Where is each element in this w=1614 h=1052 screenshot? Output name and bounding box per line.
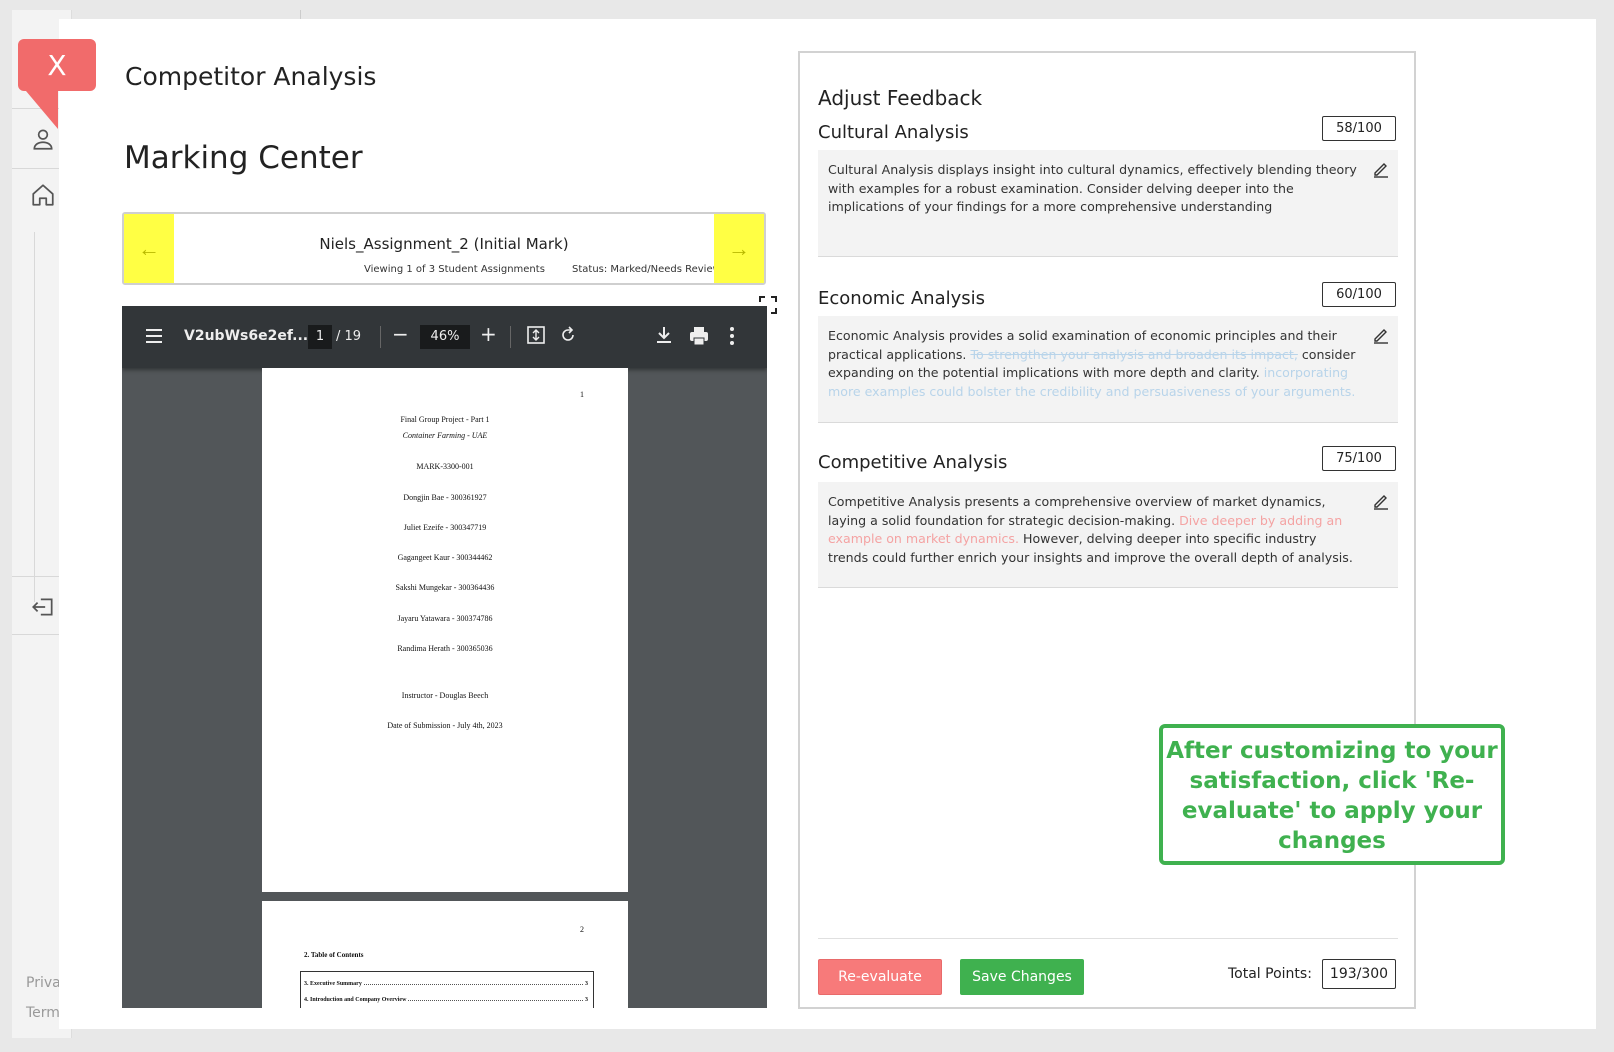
pdf-text-line: Instructor - Douglas Beech [401, 691, 489, 700]
pdf-text-line: Dongjin Bae - 300361927 [403, 493, 487, 502]
feedback-removed-text: To strengthen your analysis and broaden … [970, 346, 1298, 362]
score-cultural[interactable]: 58/100 [1322, 116, 1396, 141]
edit-icon[interactable] [1372, 492, 1390, 510]
assignment-status: Status: Marked/Needs Review [572, 264, 721, 275]
page-title: Marking Center [124, 140, 363, 176]
zoom-out-button[interactable]: − [392, 322, 409, 346]
pdf-page-number: 2 [580, 925, 584, 934]
footer-terms-link[interactable]: Term [26, 1005, 60, 1021]
panel-divider [818, 938, 1398, 939]
pdf-toolbar: V2ubWs6e2ef... 1 / 19 − 46% + [122, 306, 767, 368]
tutorial-tooltip: After customizing to your satisfaction, … [1159, 724, 1505, 865]
total-points-label: Total Points: [1228, 966, 1312, 982]
pdf-text-line: Juliet Ezeife - 300347719 [403, 523, 487, 532]
section-title-competitive: Competitive Analysis [818, 452, 1008, 473]
pdf-text-line: Gagangeet Kaur - 300344462 [397, 553, 493, 562]
feedback-text-economic[interactable]: Economic Analysis provides a solid exami… [818, 316, 1398, 423]
section-title-cultural: Cultural Analysis [818, 122, 969, 143]
close-button[interactable]: X [18, 39, 96, 91]
viewing-count: Viewing 1 of 3 Student Assignments [364, 264, 545, 275]
feedback-text-cultural[interactable]: Cultural Analysis displays insight into … [818, 150, 1398, 257]
zoom-level-input[interactable]: 46% [420, 325, 470, 349]
pdf-text-line: Sakshi Mungekar - 300364436 [395, 583, 495, 592]
toc-row-page: 3 [585, 981, 588, 987]
pdf-viewer[interactable]: V2ubWs6e2ef... 1 / 19 − 46% + 1 Final Gr… [122, 306, 767, 1008]
pdf-text-line: MARK-3300-001 [416, 462, 474, 471]
toolbar-divider [510, 326, 511, 348]
home-icon[interactable] [30, 182, 56, 208]
pdf-text-line: Date of Submission - July 4th, 2023 [387, 721, 503, 730]
save-changes-button[interactable]: Save Changes [960, 959, 1084, 995]
footer-privacy-link[interactable]: Priva [26, 975, 61, 991]
pdf-text-line: Final Group Project - Part 1 [400, 415, 490, 424]
toolbar-divider [380, 326, 381, 348]
section-title-economic: Economic Analysis [818, 288, 986, 309]
score-economic[interactable]: 60/100 [1322, 282, 1396, 307]
toc-row: 4. Introduction and Company Overview 3 [304, 997, 588, 1003]
edit-icon[interactable] [1372, 326, 1390, 344]
pdf-page-input[interactable]: 1 [308, 325, 332, 349]
feedback-text-competitive[interactable]: Competitive Analysis presents a comprehe… [818, 482, 1398, 588]
pdf-filename: V2ubWs6e2ef... [184, 328, 309, 344]
next-assignment-button[interactable]: → [714, 214, 764, 283]
assignment-navigator: ← Niels_Assignment_2 (Initial Mark) View… [122, 212, 766, 285]
toc-row-page: 3 [585, 997, 588, 1003]
course-title: Competitor Analysis [125, 62, 377, 91]
toc-row-label: 3. Executive Summary [304, 981, 362, 987]
logout-icon[interactable] [30, 594, 56, 620]
panel-title: Adjust Feedback [818, 86, 983, 110]
assignment-name: Niels_Assignment_2 (Initial Mark) [319, 235, 569, 253]
close-button-tail [26, 91, 58, 129]
pdf-page-number: 1 [580, 390, 584, 399]
fit-page-icon[interactable] [526, 325, 546, 345]
adjust-feedback-panel: Adjust Feedback Cultural Analysis 58/100… [798, 51, 1416, 1009]
pdf-text-line: Randima Herath - 300365036 [397, 644, 493, 653]
feedback-text: Cultural Analysis displays insight into … [828, 162, 1357, 215]
sidebar-tree-line [34, 232, 35, 602]
toc-row: 3. Executive Summary 3 [304, 981, 588, 987]
edit-icon[interactable] [1372, 160, 1390, 178]
pdf-page-total: / 19 [336, 329, 362, 344]
re-evaluate-button[interactable]: Re-evaluate [818, 959, 942, 995]
pdf-page: 1 Final Group Project - Part 1 Container… [262, 368, 628, 892]
score-competitive[interactable]: 75/100 [1322, 446, 1396, 471]
download-icon[interactable] [654, 325, 674, 345]
print-icon[interactable] [688, 325, 710, 347]
rotate-icon[interactable] [558, 325, 578, 345]
toc-title: 2. Table of Contents [304, 951, 364, 959]
user-icon[interactable] [30, 126, 56, 152]
zoom-in-button[interactable]: + [480, 322, 497, 346]
pdf-text-line: Jayaru Yatawara - 300374786 [397, 614, 493, 623]
toc-row-label: 4. Introduction and Company Overview [304, 997, 407, 1003]
total-points-value: 193/300 [1322, 959, 1396, 989]
more-options-icon[interactable] [722, 325, 742, 347]
pdf-page: 2 2. Table of Contents 3. Executive Summ… [262, 901, 628, 1008]
menu-icon[interactable] [144, 325, 164, 347]
pdf-text-line: Container Farming - UAE [402, 431, 488, 440]
